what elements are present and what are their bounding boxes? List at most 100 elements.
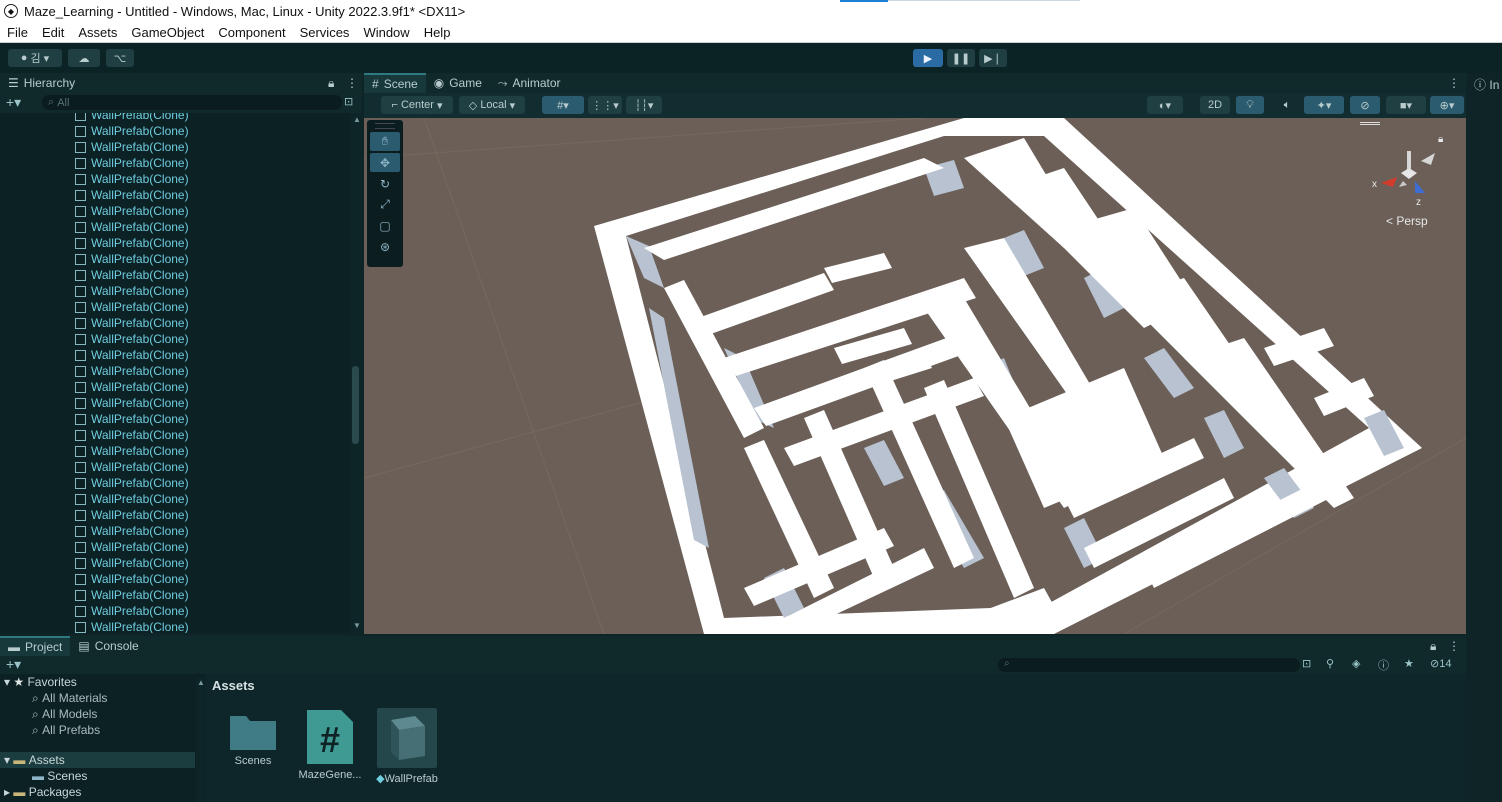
ruler-button[interactable]: ┆┆▾: [626, 96, 662, 114]
menu-component[interactable]: Component: [211, 25, 292, 40]
scroll-down-icon[interactable]: ▼: [353, 621, 361, 630]
menu-edit[interactable]: Edit: [35, 25, 71, 40]
scene-kebab-icon[interactable]: ⋮: [1448, 76, 1460, 90]
hierarchy-item[interactable]: WallPrefab(Clone): [0, 523, 350, 539]
hierarchy-item[interactable]: WallPrefab(Clone): [0, 619, 350, 633]
hierarchy-item[interactable]: WallPrefab(Clone): [0, 459, 350, 475]
hierarchy-item[interactable]: WallPrefab(Clone): [0, 491, 350, 507]
hierarchy-item[interactable]: WallPrefab(Clone): [0, 571, 350, 587]
pause-button[interactable]: ❚❚: [947, 49, 975, 67]
move-tool-button[interactable]: ✥: [370, 153, 400, 172]
cloud-button[interactable]: ☁: [68, 49, 100, 67]
hierarchy-item[interactable]: WallPrefab(Clone): [0, 123, 350, 139]
search-by-type-icon[interactable]: ⊡: [1302, 657, 1311, 670]
snap-increment-button[interactable]: ⋮⋮▾: [588, 96, 622, 114]
hierarchy-item[interactable]: WallPrefab(Clone): [0, 171, 350, 187]
projection-toggle[interactable]: < Persp: [1386, 214, 1428, 228]
gizmos-dropdown[interactable]: ⊕▾: [1430, 96, 1464, 114]
orientation-gizmo[interactable]: x z: [1369, 143, 1449, 213]
account-dropdown[interactable]: ● 김 ▾: [8, 49, 62, 67]
tree-favorite-item[interactable]: ⌕ All Models: [0, 706, 195, 722]
hierarchy-item[interactable]: WallPrefab(Clone): [0, 251, 350, 267]
hierarchy-item[interactable]: WallPrefab(Clone): [0, 187, 350, 203]
lighting-toggle[interactable]: 💡︎: [1236, 96, 1264, 114]
menu-gameobject[interactable]: GameObject: [124, 25, 211, 40]
hierarchy-item[interactable]: WallPrefab(Clone): [0, 315, 350, 331]
tools-drag-handle[interactable]: [375, 123, 395, 129]
collab-button[interactable]: ⌥: [106, 49, 134, 67]
lock-icon[interactable]: 🔒︎: [328, 76, 334, 91]
hierarchy-item[interactable]: WallPrefab(Clone): [0, 113, 350, 123]
hierarchy-item[interactable]: WallPrefab(Clone): [0, 411, 350, 427]
hierarchy-item[interactable]: WallPrefab(Clone): [0, 139, 350, 155]
info-filter-icon[interactable]: ⓘ: [1378, 657, 1389, 673]
hierarchy-item[interactable]: WallPrefab(Clone): [0, 331, 350, 347]
hierarchy-item[interactable]: WallPrefab(Clone): [0, 587, 350, 603]
tree-packages[interactable]: ▸ ▬ Packages: [0, 784, 195, 800]
hierarchy-item[interactable]: WallPrefab(Clone): [0, 347, 350, 363]
favorites-star-icon[interactable]: ★: [1404, 657, 1414, 670]
hierarchy-item[interactable]: WallPrefab(Clone): [0, 363, 350, 379]
hierarchy-item[interactable]: WallPrefab(Clone): [0, 203, 350, 219]
hierarchy-item[interactable]: WallPrefab(Clone): [0, 283, 350, 299]
project-add-icon[interactable]: +▾: [6, 656, 21, 673]
hierarchy-item[interactable]: WallPrefab(Clone): [0, 379, 350, 395]
draw-mode-dropdown[interactable]: ◐▾: [1147, 96, 1183, 114]
tree-assets[interactable]: ▾ ▬ Assets: [0, 752, 195, 768]
asset-scenes-folder[interactable]: Scenes: [218, 708, 288, 767]
asset-mazegenerator-script[interactable]: # MazeGene...: [295, 708, 365, 781]
hierarchy-item[interactable]: WallPrefab(Clone): [0, 299, 350, 315]
project-kebab-icon[interactable]: ⋮: [1448, 639, 1460, 653]
project-search-input[interactable]: ⌕: [998, 658, 1300, 672]
tab-console[interactable]: ▤ Console: [70, 636, 146, 656]
scene-viewport[interactable]: ✋︎ ✥ ↻ ⤢ ▢ ⊛ 🔒︎ x z < Persp: [364, 118, 1466, 634]
menu-assets[interactable]: Assets: [71, 25, 124, 40]
camera-dropdown[interactable]: ■▾: [1386, 96, 1426, 114]
toggle-2d-button[interactable]: 2D: [1200, 96, 1230, 114]
menu-services[interactable]: Services: [293, 25, 357, 40]
hierarchy-item[interactable]: WallPrefab(Clone): [0, 267, 350, 283]
project-lock-icon[interactable]: 🔒︎: [1430, 639, 1436, 654]
tree-favorite-item[interactable]: ⌕ All Prefabs: [0, 722, 195, 738]
hidden-packages-toggle[interactable]: ⊘14: [1430, 657, 1451, 670]
tab-inspector[interactable]: ⓘ In: [1474, 76, 1499, 93]
tab-scene[interactable]: # Scene: [364, 73, 426, 93]
hierarchy-scroll-thumb[interactable]: [352, 366, 359, 444]
effects-dropdown[interactable]: ✦▾: [1304, 96, 1344, 114]
rotate-tool-button[interactable]: ↻: [370, 174, 400, 193]
hand-tool-button[interactable]: ✋︎: [370, 132, 400, 151]
hierarchy-item[interactable]: WallPrefab(Clone): [0, 555, 350, 571]
kebab-menu-icon[interactable]: ⋮: [346, 76, 358, 90]
project-tree-scrollbar[interactable]: ▲: [196, 678, 205, 802]
tab-animator[interactable]: ⤳ Animator: [490, 73, 569, 93]
hierarchy-item[interactable]: WallPrefab(Clone): [0, 443, 350, 459]
scroll-up-icon[interactable]: ▲: [197, 678, 205, 687]
grid-snap-button[interactable]: #▾: [542, 96, 584, 114]
hierarchy-item[interactable]: WallPrefab(Clone): [0, 235, 350, 251]
transform-tool-button[interactable]: ⊛: [370, 237, 400, 256]
tab-project[interactable]: ▬ Project: [0, 636, 71, 656]
audio-toggle[interactable]: 🔈︎: [1274, 96, 1300, 114]
tree-scenes[interactable]: ▬ Scenes: [0, 768, 195, 784]
search-options-icon[interactable]: ⊡: [344, 95, 353, 108]
hierarchy-item[interactable]: WallPrefab(Clone): [0, 219, 350, 235]
tab-game[interactable]: ◉ Game: [426, 73, 490, 93]
rect-tool-button[interactable]: ▢: [370, 216, 400, 235]
step-button[interactable]: ▶❘: [979, 49, 1007, 67]
hierarchy-item[interactable]: WallPrefab(Clone): [0, 475, 350, 491]
space-dropdown[interactable]: ◇ Local ▾: [459, 96, 525, 114]
tab-hierarchy[interactable]: ☰ Hierarchy: [0, 73, 83, 93]
scale-tool-button[interactable]: ⤢: [370, 195, 400, 214]
play-button[interactable]: ▶: [913, 49, 943, 67]
menu-window[interactable]: Window: [356, 25, 416, 40]
gizmo-drag-handle[interactable]: [1360, 122, 1380, 125]
menu-help[interactable]: Help: [417, 25, 458, 40]
hierarchy-search-input[interactable]: ⌕ All: [42, 95, 342, 110]
assets-breadcrumb[interactable]: Assets: [212, 678, 255, 693]
hierarchy-item[interactable]: WallPrefab(Clone): [0, 507, 350, 523]
hierarchy-item[interactable]: WallPrefab(Clone): [0, 155, 350, 171]
tree-favorites[interactable]: ▾ ★ Favorites: [0, 674, 195, 690]
hierarchy-scrollbar[interactable]: ▲ ▼: [350, 113, 362, 633]
filter-type-icon[interactable]: ⚲: [1326, 657, 1334, 670]
hierarchy-item[interactable]: WallPrefab(Clone): [0, 603, 350, 619]
